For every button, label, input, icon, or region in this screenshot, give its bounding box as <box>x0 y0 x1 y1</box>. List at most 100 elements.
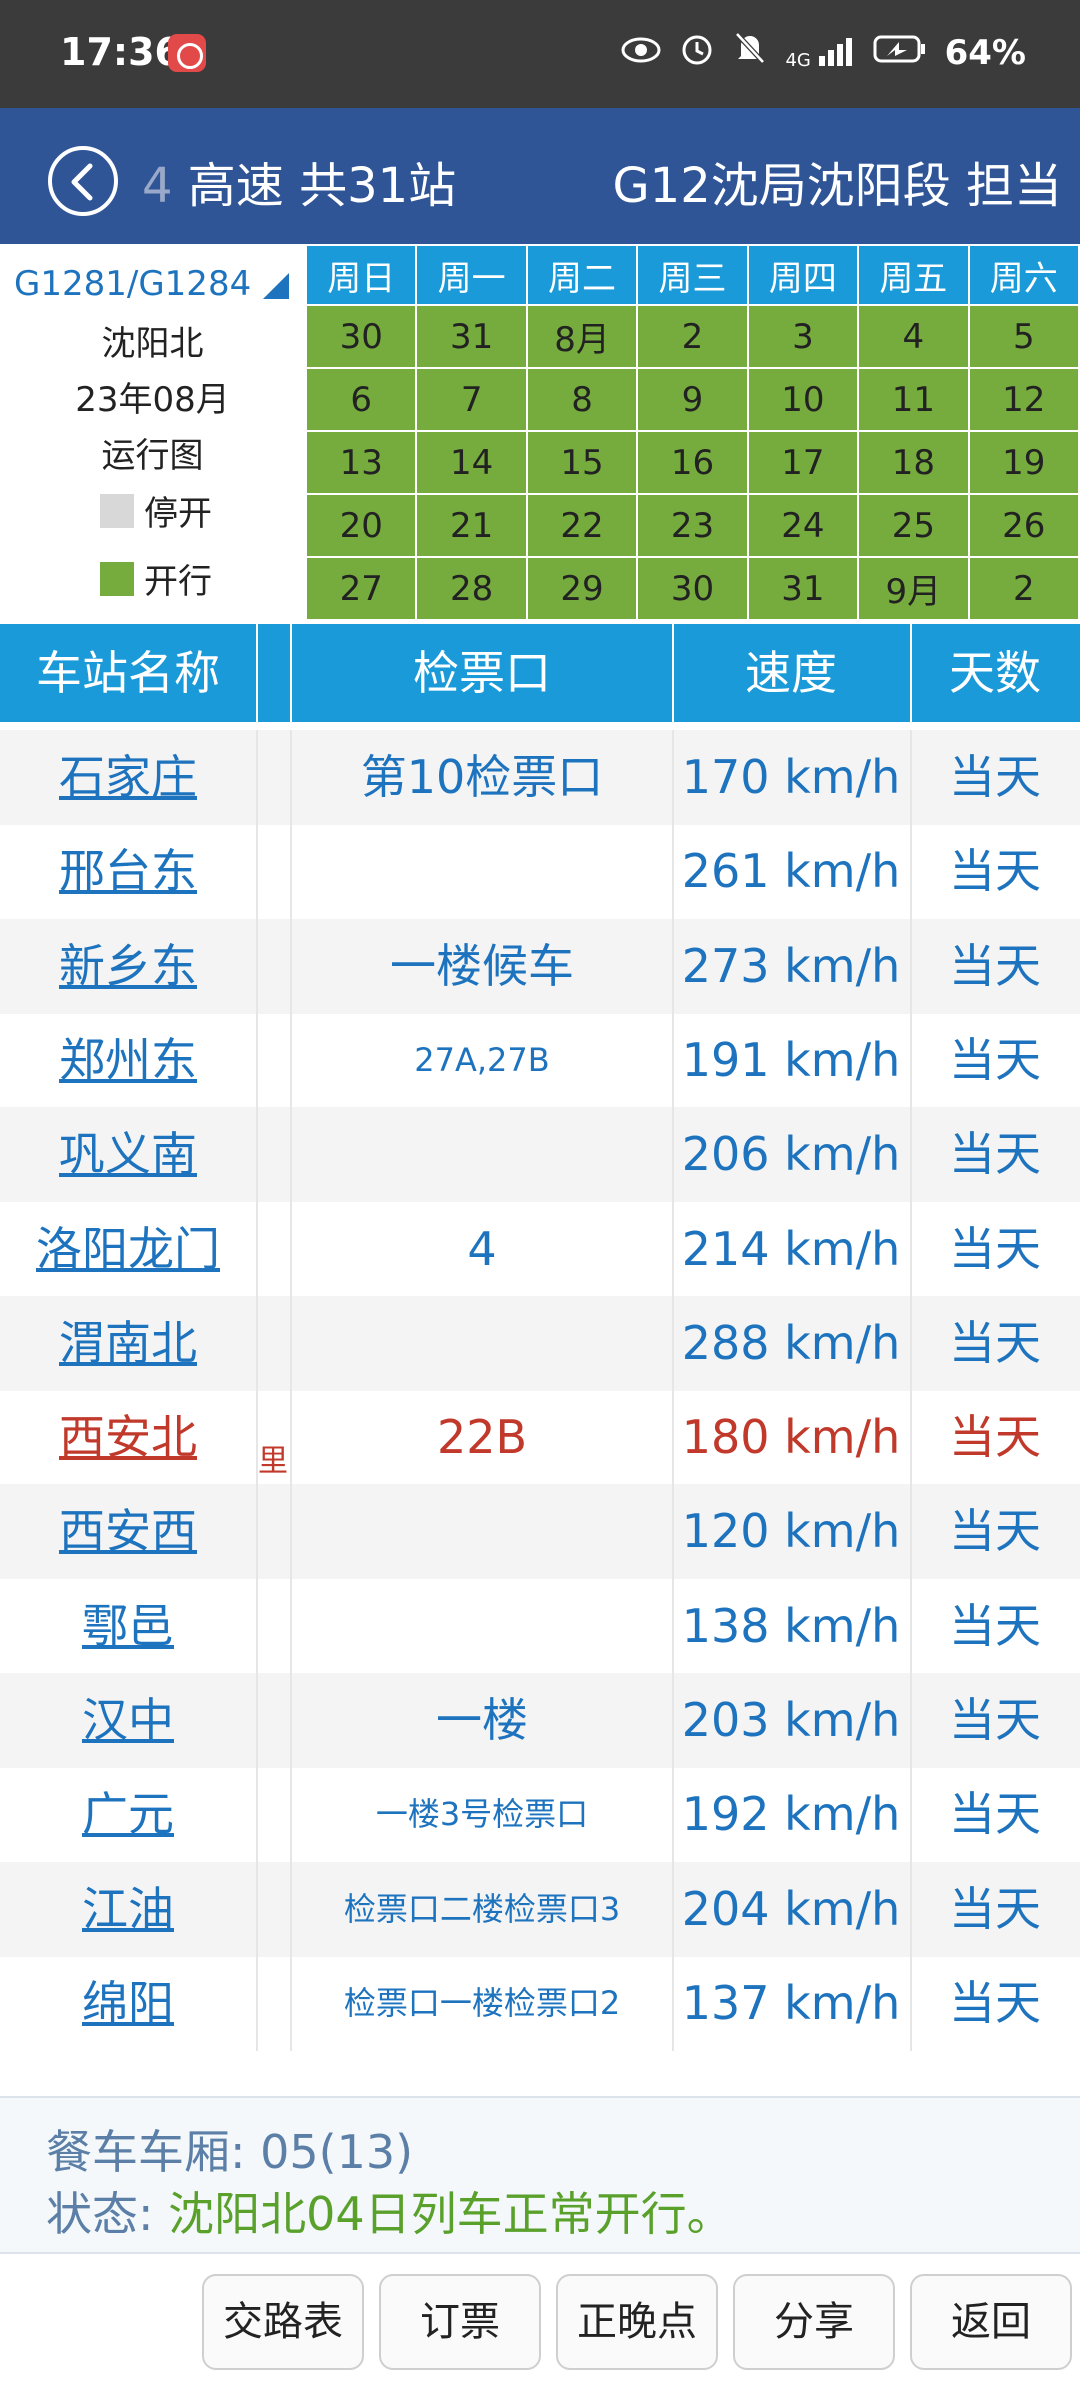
calendar-day[interactable]: 6 <box>304 367 418 432</box>
calendar-day[interactable]: 5 <box>967 304 1080 369</box>
table-row[interactable]: 渭南北 288 km/h 当天 <box>0 1295 1080 1391</box>
calendar-day[interactable]: 9月 <box>857 556 970 621</box>
station-name-link[interactable]: 绵阳 <box>0 1956 256 2051</box>
calendar-day[interactable]: 29 <box>525 556 639 621</box>
chart-label: 运行图 <box>101 436 204 476</box>
column-divider <box>910 1861 912 1957</box>
calendar-day[interactable]: 16 <box>636 430 749 495</box>
train-number-selector[interactable]: G1281/G1284 <box>14 264 290 304</box>
calendar-day[interactable]: 12 <box>967 367 1080 432</box>
station-name-link[interactable]: 郑州东 <box>0 1013 256 1108</box>
speed-value: 120 km/h <box>681 1504 901 1559</box>
share-button[interactable]: 分享 <box>733 2274 895 2370</box>
calendar-week-row: 13 14 15 16 17 18 19 <box>304 430 1080 495</box>
column-divider <box>910 1578 912 1674</box>
train-info: G1281/G1284 沈阳北 23年08月 运行图 停开 开行 <box>0 244 305 620</box>
status-label: 状态: <box>46 2187 169 2241</box>
calendar-day[interactable]: 13 <box>304 430 418 495</box>
station-name-link[interactable]: 渭南北 <box>0 1296 256 1391</box>
calendar-day[interactable]: 30 <box>304 304 418 369</box>
table-row[interactable]: 绵阳 检票口一楼检票口2 137 km/h 当天 <box>0 1955 1080 2051</box>
table-row[interactable]: 西安北 22B 180 km/h 当天里 <box>0 1390 1080 1486</box>
app-header: 4 高速 共31站 G12沈局沈阳段 担当 <box>0 108 1080 244</box>
station-name-link[interactable]: 鄠邑 <box>0 1579 256 1674</box>
table-row[interactable]: 郑州东 27A,27B 191 km/h 当天 <box>0 1012 1080 1108</box>
calendar-day[interactable]: 8 <box>525 367 639 432</box>
table-row[interactable]: 新乡东 一楼候车 273 km/h 当天 <box>0 918 1080 1014</box>
calendar-day[interactable]: 2 <box>967 556 1080 621</box>
calendar-day[interactable]: 3 <box>746 304 860 369</box>
calendar-day[interactable]: 24 <box>746 493 860 558</box>
train-status-panel: 餐车车厢: 05(13) 状态: 沈阳北04日列车正常开行。 <box>0 2096 1080 2254</box>
column-divider <box>290 1107 292 1203</box>
calendar-day[interactable]: 2 <box>636 304 749 369</box>
calendar-day[interactable]: 10 <box>746 367 860 432</box>
calendar-day[interactable]: 25 <box>857 493 970 558</box>
speed-value: 204 km/h <box>681 1881 901 1936</box>
station-name-link[interactable]: 新乡东 <box>0 919 256 1014</box>
calendar-day[interactable]: 11 <box>857 367 970 432</box>
table-row[interactable]: 江油 检票口二楼检票口3 204 km/h 当天 <box>0 1861 1080 1957</box>
legend-stop-label: 停开 <box>144 494 212 534</box>
table-row[interactable]: 邢台东 261 km/h 当天 <box>0 824 1080 920</box>
route-table-button[interactable]: 交路表 <box>202 2274 364 2370</box>
calendar-day[interactable]: 27 <box>304 556 418 621</box>
calendar-day[interactable]: 7 <box>415 367 528 432</box>
eye-icon <box>621 33 661 73</box>
table-row[interactable]: 汉中 一楼 203 km/h 当天 <box>0 1673 1080 1768</box>
calendar-day[interactable]: 21 <box>415 493 528 558</box>
calendar-day[interactable]: 9 <box>636 367 749 432</box>
station-name-link[interactable]: 巩义南 <box>0 1107 256 1202</box>
dropdown-triangle-icon <box>263 272 290 299</box>
weekday-header: 周二 <box>525 244 639 306</box>
table-row[interactable]: 洛阳龙门 4 214 km/h 当天 <box>0 1201 1080 1297</box>
calendar-day[interactable]: 15 <box>525 430 639 495</box>
status-bar: 17:36 4G 64% <box>0 0 1080 108</box>
table-row[interactable]: 石家庄 第10检票口 170 km/h 当天 <box>0 730 1080 825</box>
weekday-header: 周一 <box>415 244 528 306</box>
header-gate: 检票口 <box>413 646 551 700</box>
calendar-day[interactable]: 26 <box>967 493 1080 558</box>
calendar-day[interactable]: 23 <box>636 493 749 558</box>
calendar-day[interactable]: 4 <box>857 304 970 369</box>
table-row[interactable]: 巩义南 206 km/h 当天 <box>0 1107 1080 1203</box>
book-ticket-button[interactable]: 订票 <box>379 2274 541 2370</box>
station-name-link[interactable]: 广元 <box>0 1767 256 1862</box>
bottom-action-bar: 交路表 订票 正晚点 分享 返回 <box>0 2258 1080 2388</box>
calendar-day[interactable]: 30 <box>636 556 749 621</box>
delay-status-button[interactable]: 正晚点 <box>556 2274 718 2370</box>
station-name-link[interactable]: 汉中 <box>0 1673 256 1768</box>
calendar-day[interactable]: 31 <box>415 304 528 369</box>
station-name-link[interactable]: 江油 <box>0 1862 256 1957</box>
calendar-day[interactable]: 17 <box>746 430 860 495</box>
calendar-week-row: 30 31 8月 2 3 4 5 <box>304 304 1080 369</box>
station-name-link[interactable]: 邢台东 <box>0 824 256 919</box>
column-divider <box>672 1390 674 1486</box>
ticket-gate: 检票口一楼检票口2 <box>343 1983 621 2022</box>
calendar-day[interactable]: 20 <box>304 493 418 558</box>
running-status: 状态: 沈阳北04日列车正常开行。 <box>46 2178 733 2244</box>
stations-table[interactable]: 石家庄 第10检票口 170 km/h 当天 邢台东 261 km/h 当天 新乡东 一楼候车 2… <box>0 722 1080 2096</box>
station-name-link[interactable]: 洛阳龙门 <box>0 1202 256 1297</box>
table-row[interactable]: 广元 一楼3号检票口 192 km/h 当天 <box>0 1767 1080 1863</box>
calendar-day[interactable]: 31 <box>746 556 860 621</box>
calendar-day[interactable]: 28 <box>415 556 528 621</box>
ticket-gate: 22B <box>436 1410 528 1465</box>
calendar-day[interactable]: 22 <box>525 493 639 558</box>
day-offset: 当天 <box>949 1975 1041 2030</box>
route-summary: 4 高速 共31站 <box>142 146 456 216</box>
station-name-link[interactable]: 西安西 <box>0 1484 256 1579</box>
return-button[interactable]: 返回 <box>910 2274 1072 2370</box>
back-button[interactable] <box>48 146 118 216</box>
calendar-day[interactable]: 8月 <box>525 304 639 369</box>
table-row[interactable]: 西安西 120 km/h 当天 <box>0 1484 1080 1580</box>
network-type: 4G <box>785 49 811 71</box>
calendar-day[interactable]: 19 <box>967 430 1080 495</box>
station-name-link[interactable]: 西安北 <box>0 1390 256 1485</box>
station-name-link[interactable]: 石家庄 <box>0 730 256 825</box>
calendar-day[interactable]: 18 <box>857 430 970 495</box>
table-row[interactable]: 鄠邑 138 km/h 当天 <box>0 1578 1080 1674</box>
column-divider <box>672 1295 674 1391</box>
calendar-day[interactable]: 14 <box>415 430 528 495</box>
column-divider <box>256 1673 258 1768</box>
